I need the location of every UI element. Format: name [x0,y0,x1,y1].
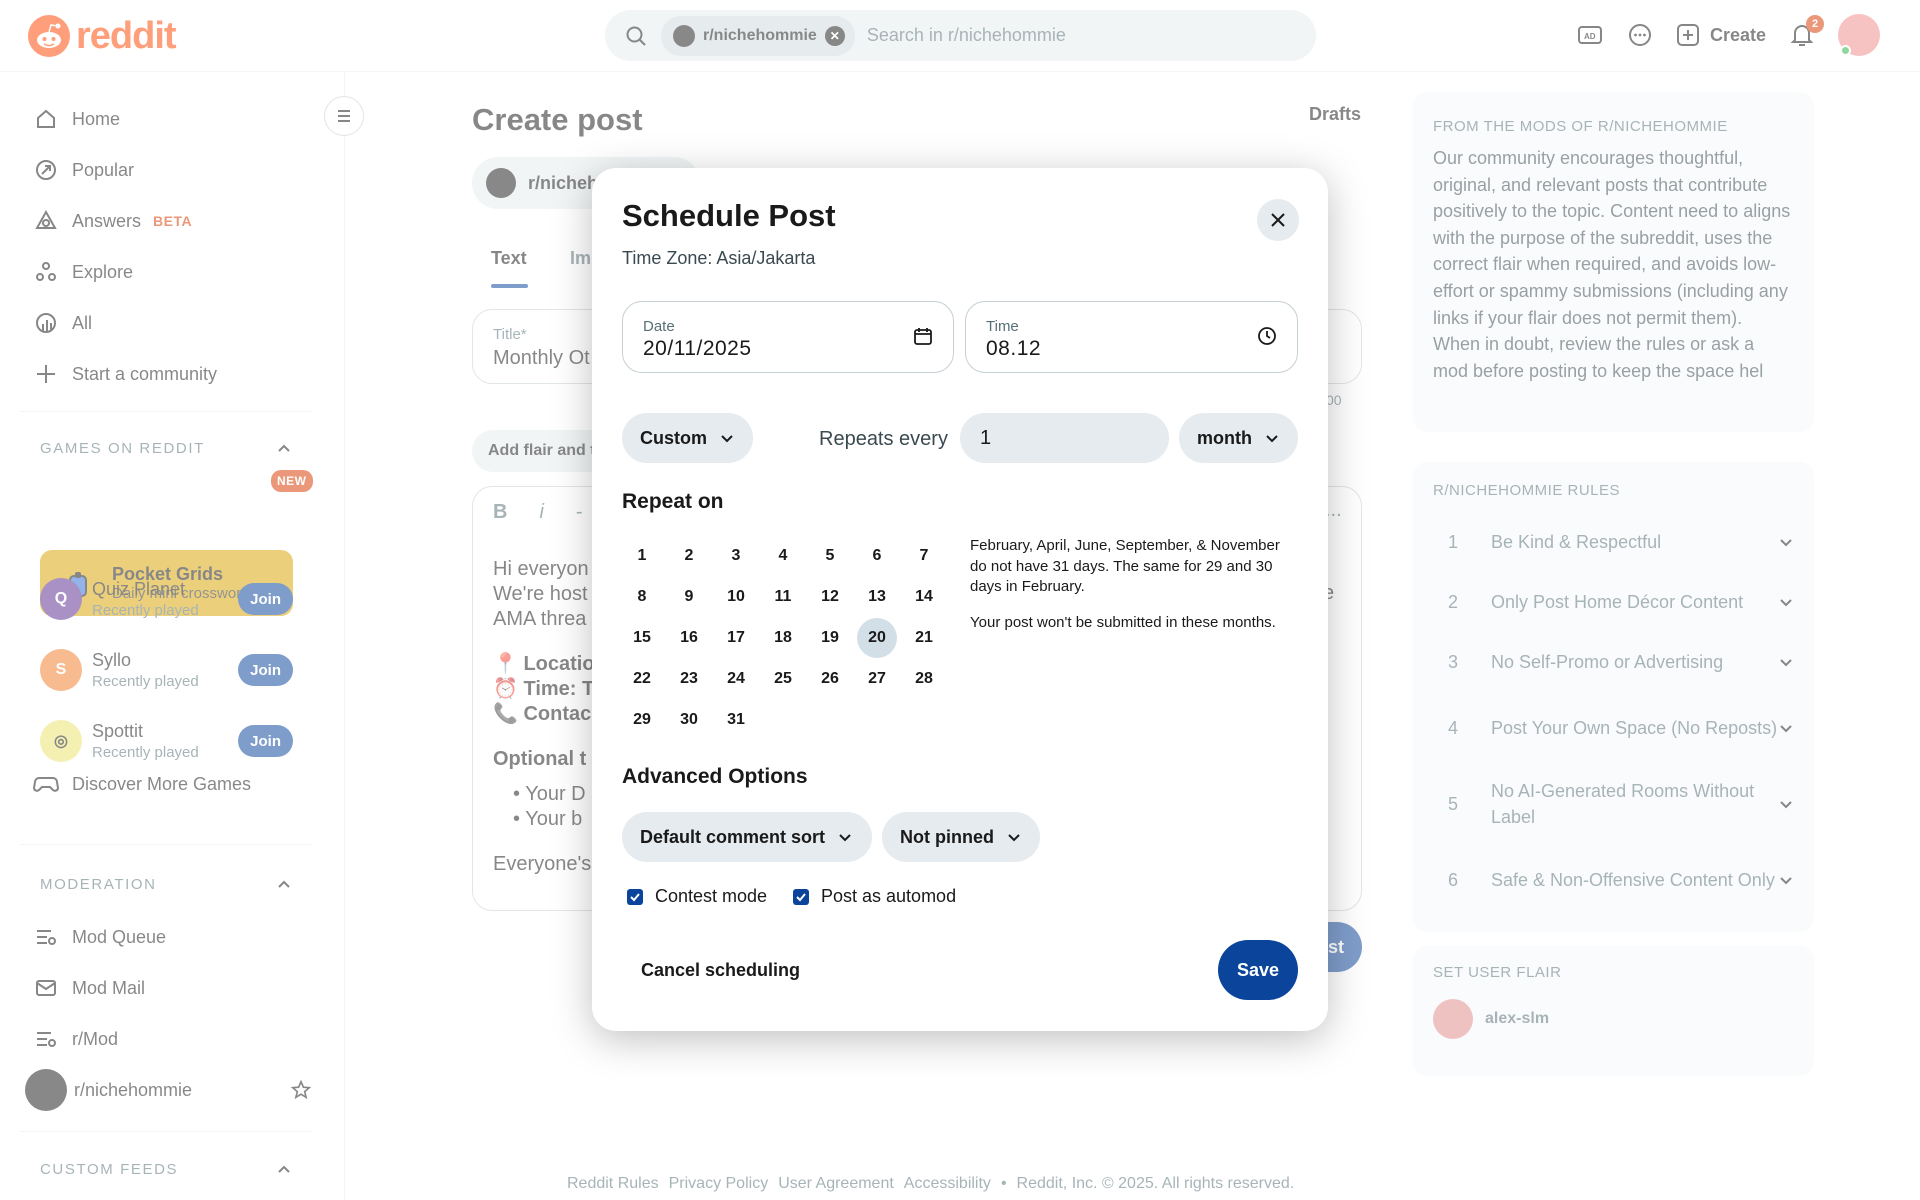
day-17[interactable]: 17 [716,618,756,658]
pinned-value: Not pinned [900,826,994,847]
pinned-dropdown[interactable]: Not pinned [882,812,1040,862]
day-22[interactable]: 22 [622,659,662,699]
day-18[interactable]: 18 [763,618,803,658]
chevron-down-icon [1008,834,1020,842]
repeat-unit-dropdown[interactable]: month [1179,413,1298,463]
calendar-icon[interactable] [913,326,933,346]
month-length-note: February, April, June, September, & Nove… [970,537,1280,595]
day-30[interactable]: 30 [669,700,709,740]
frequency-value: Custom [640,427,707,448]
date-value: 20/11/2025 [643,337,752,360]
close-icon [1271,213,1285,227]
modal-title: Schedule Post [622,198,836,233]
day-11[interactable]: 11 [763,577,803,617]
day-5[interactable]: 5 [810,536,850,576]
time-value: 08.12 [986,337,1042,360]
clock-icon[interactable] [1257,326,1277,346]
day-27[interactable]: 27 [857,659,897,699]
day-6[interactable]: 6 [857,536,897,576]
save-button[interactable]: Save [1218,940,1298,1000]
day-28[interactable]: 28 [904,659,944,699]
contest-mode-checkbox[interactable]: Contest mode [627,886,767,907]
checkbox-checked-icon [793,888,809,905]
day-26[interactable]: 26 [810,659,850,699]
chevron-down-icon [839,834,851,842]
checkbox-checked-icon [627,888,643,905]
day-24[interactable]: 24 [716,659,756,699]
chevron-down-icon [721,435,733,443]
day-15[interactable]: 15 [622,618,662,658]
post-as-automod-checkbox[interactable]: Post as automod [793,886,956,907]
day-4[interactable]: 4 [763,536,803,576]
checkbox-label: Contest mode [655,886,768,906]
day-9[interactable]: 9 [669,577,709,617]
repeat-on-heading: Repeat on [622,490,724,513]
date-label: Date [643,318,675,335]
comment-sort-value: Default comment sort [640,826,826,847]
comment-sort-dropdown[interactable]: Default comment sort [622,812,872,862]
date-field[interactable]: Date 20/11/2025 [622,301,954,373]
timezone-label: Time Zone: Asia/Jakarta [622,248,816,268]
unit-value: month [1197,427,1252,448]
day-20[interactable]: 20 [857,618,897,658]
day-29[interactable]: 29 [622,700,662,740]
day-21[interactable]: 21 [904,618,944,658]
advanced-options-heading: Advanced Options [622,765,808,788]
day-7[interactable]: 7 [904,536,944,576]
day-31[interactable]: 31 [716,700,756,740]
skip-months-note: Your post won't be submitted in these mo… [970,614,1276,631]
day-8[interactable]: 8 [622,577,662,617]
chevron-down-icon [1266,435,1278,443]
day-1[interactable]: 1 [622,536,662,576]
checkbox-label: Post as automod [821,886,957,906]
repeat-interval-input[interactable]: 1 [960,413,1169,463]
frequency-dropdown[interactable]: Custom [622,413,753,463]
cancel-scheduling-button[interactable]: Cancel scheduling [641,960,800,981]
day-25[interactable]: 25 [763,659,803,699]
time-label: Time [986,318,1019,335]
day-23[interactable]: 23 [669,659,709,699]
close-button[interactable] [1257,199,1299,241]
day-2[interactable]: 2 [669,536,709,576]
day-13[interactable]: 13 [857,577,897,617]
day-3[interactable]: 3 [716,536,756,576]
day-12[interactable]: 12 [810,577,850,617]
day-19[interactable]: 19 [810,618,850,658]
repeats-every-label: Repeats every [819,428,948,450]
day-10[interactable]: 10 [716,577,756,617]
time-field[interactable]: Time 08.12 [965,301,1298,373]
schedule-post-modal: Schedule Post Time Zone: Asia/Jakarta Da… [592,168,1328,1031]
day-16[interactable]: 16 [669,618,709,658]
day-14[interactable]: 14 [904,577,944,617]
